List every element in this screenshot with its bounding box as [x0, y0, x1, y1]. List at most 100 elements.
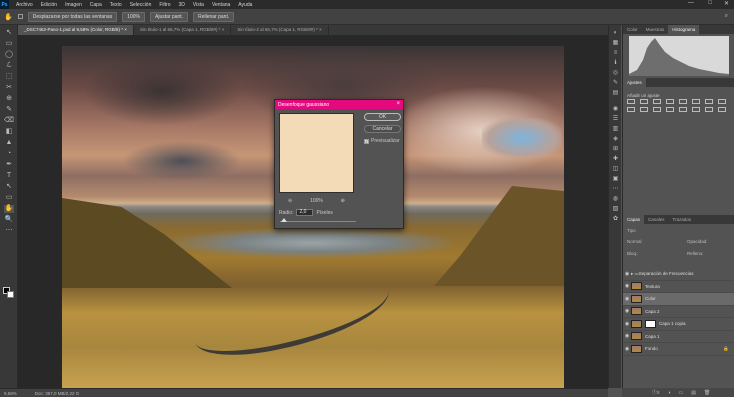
minimize-icon[interactable]: —: [688, 0, 694, 6]
search-icon[interactable]: ⌕: [725, 13, 728, 20]
history-panel-icon[interactable]: ▤: [611, 89, 620, 97]
scroll-all-checkbox[interactable]: [17, 14, 23, 19]
layer-style-icon[interactable]: ⓕx: [652, 389, 660, 396]
color-lookup-icon[interactable]: [653, 107, 661, 112]
canvas-area[interactable]: Desenfoque gaussiano × OK Cancelar ✓ Pre…: [18, 35, 608, 388]
layer-row[interactable]: ◉ Capa 1: [623, 331, 734, 343]
timeline-panel-icon[interactable]: ▧: [611, 205, 620, 213]
tab-swatches[interactable]: Muestras: [642, 25, 669, 34]
tool-presets-icon[interactable]: ✚: [611, 155, 620, 163]
menu-ventana[interactable]: Ventana: [208, 2, 234, 8]
layer-row[interactable]: ◉ Fondo 🔒: [623, 343, 734, 356]
path-select-tool-icon[interactable]: ↖: [4, 183, 14, 191]
color-balance-icon[interactable]: [705, 99, 713, 104]
pen-tool-icon[interactable]: ✒: [4, 161, 14, 169]
layer-comps-icon[interactable]: ◫: [611, 165, 620, 173]
hand-tool-active-icon[interactable]: ✋: [4, 205, 14, 213]
gradient-tool-icon[interactable]: ◧: [4, 128, 14, 136]
layer-row[interactable]: ◉ Textura: [623, 281, 734, 293]
more-tools-icon[interactable]: ⋯: [4, 227, 14, 235]
menu-archivo[interactable]: Archivo: [12, 2, 37, 8]
properties-panel-icon[interactable]: ☰: [611, 115, 620, 123]
styles-panel-icon[interactable]: ◉: [611, 105, 620, 113]
levels-icon[interactable]: [640, 99, 648, 104]
layer-row[interactable]: ◉ Capa 2: [623, 306, 734, 318]
tab-layers[interactable]: Capas: [623, 215, 645, 224]
selective-color-icon[interactable]: [718, 107, 726, 112]
libraries-panel-icon[interactable]: ▥: [611, 125, 620, 133]
photo-filter-icon[interactable]: [627, 107, 635, 112]
checkbox-icon[interactable]: ✓: [364, 138, 369, 144]
channel-mixer-icon[interactable]: [640, 107, 648, 112]
exposure-icon[interactable]: [666, 99, 674, 104]
visibility-eye-icon[interactable]: ◉: [623, 308, 631, 314]
maximize-icon[interactable]: □: [708, 0, 712, 6]
eraser-tool-icon[interactable]: ⌫: [4, 117, 14, 125]
ellipse-tool-icon[interactable]: ◯: [4, 51, 14, 59]
zoom-tool-icon[interactable]: 🔍: [4, 216, 14, 224]
brush-tool-icon[interactable]: ✎: [4, 106, 14, 114]
status-zoom[interactable]: 9,58%: [4, 391, 17, 396]
hand-tool-icon[interactable]: ✋: [4, 13, 13, 21]
layer-mask-thumbnail[interactable]: [645, 319, 656, 328]
folder-icon[interactable]: ▸ ▭: [631, 271, 639, 277]
posterize-icon[interactable]: [679, 107, 687, 112]
blur-preview[interactable]: [279, 113, 354, 193]
blur-tool-icon[interactable]: ▲: [4, 139, 14, 147]
menu-filtro[interactable]: Filtro: [155, 2, 174, 8]
menu-imagen[interactable]: Imagen: [61, 2, 86, 8]
zoom-value-field[interactable]: 100%: [122, 11, 146, 22]
tab-histogram[interactable]: Histograma: [668, 25, 700, 34]
menu-ayuda[interactable]: Ayuda: [234, 2, 256, 8]
zoom-in-icon[interactable]: ⊕: [341, 198, 345, 204]
adjustment-layer-icon[interactable]: ◑: [668, 390, 671, 396]
radius-slider-track[interactable]: [280, 221, 356, 222]
visibility-eye-icon[interactable]: ◉: [623, 271, 631, 277]
patterns-panel-icon[interactable]: ✿: [611, 215, 620, 223]
tab-document-1[interactable]: _DSC7462-Pano-1.psd al 9,58% (Color, RGB…: [18, 25, 134, 35]
hue-saturation-icon[interactable]: [692, 99, 700, 104]
tab-document-3[interactable]: Sin título-2 al 66,7% (Capa 1, RGB/8#) *…: [231, 25, 329, 35]
lock-icon[interactable]: 🔒: [723, 346, 729, 352]
navigator-panel-icon[interactable]: ◎: [611, 69, 620, 77]
tab-channels[interactable]: Canales: [644, 215, 669, 224]
gradient-map-icon[interactable]: [705, 107, 713, 112]
adjust-panel-icon[interactable]: ◈: [611, 135, 620, 143]
close-icon[interactable]: ×: [396, 101, 400, 107]
brightness-icon[interactable]: [627, 99, 635, 104]
tab-color[interactable]: Color: [623, 25, 642, 34]
new-layer-icon[interactable]: ▤: [691, 390, 696, 396]
visibility-eye-icon[interactable]: ◉: [623, 283, 631, 289]
marquee-tool-icon[interactable]: ▭: [4, 40, 14, 48]
vibrance-icon[interactable]: [679, 99, 687, 104]
lasso-tool-icon[interactable]: ℒ: [4, 62, 14, 70]
brush-panel-icon[interactable]: ✎: [611, 79, 620, 87]
layer-row[interactable]: ◉ Color: [623, 293, 734, 306]
radius-slider-thumb[interactable]: [280, 218, 287, 222]
color-panel-icon[interactable]: ◐: [611, 29, 620, 37]
threshold-icon[interactable]: [692, 107, 700, 112]
zoom-out-icon[interactable]: ⊖: [288, 198, 292, 204]
dialog-titlebar[interactable]: Desenfoque gaussiano ×: [275, 100, 403, 109]
clone-source-icon[interactable]: ◍: [611, 195, 620, 203]
type-tool-icon[interactable]: T: [4, 172, 14, 180]
invert-icon[interactable]: [666, 107, 674, 112]
fill-screen-button[interactable]: Rellenar pant.: [193, 11, 235, 22]
radius-input[interactable]: 2,0: [296, 209, 314, 216]
tab-adjustments[interactable]: Ajustes: [623, 78, 646, 87]
paragraph-panel-icon[interactable]: ≡: [611, 49, 620, 57]
ok-button[interactable]: OK: [364, 113, 401, 121]
black-white-icon[interactable]: [718, 99, 726, 104]
preview-checkbox[interactable]: ✓ Previsualizar: [364, 138, 400, 144]
visibility-eye-icon[interactable]: ◉: [623, 296, 631, 302]
trash-icon[interactable]: 🗑: [704, 390, 710, 396]
tab-document-2[interactable]: Sin título-1 al 66,7% (Capa 1, RGB/8#) *…: [134, 25, 232, 35]
rectangle-tool-icon[interactable]: ▭: [4, 194, 14, 202]
background-color-swatch[interactable]: [7, 291, 14, 298]
dodge-tool-icon[interactable]: ◔: [4, 150, 14, 158]
menu-3d[interactable]: 3D: [175, 2, 189, 8]
glyphs-panel-icon[interactable]: ⋯: [611, 185, 620, 193]
menu-edicion[interactable]: Edición: [37, 2, 61, 8]
fit-screen-button[interactable]: Ajustar pant.: [150, 11, 189, 22]
cancel-button[interactable]: Cancelar: [364, 125, 401, 133]
